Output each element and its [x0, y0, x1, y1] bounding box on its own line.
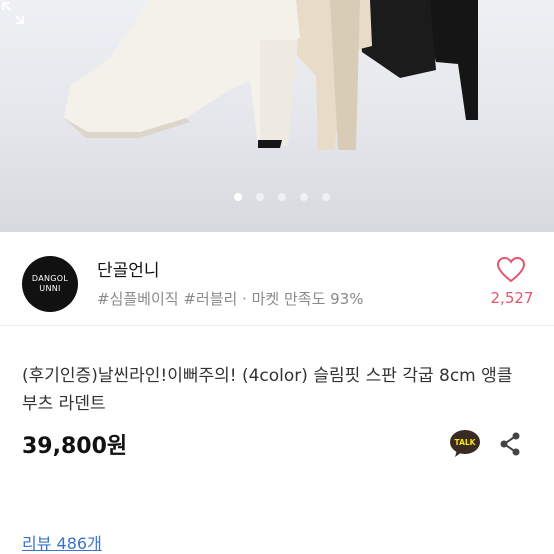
carousel-dot[interactable] — [322, 193, 330, 201]
product-price: 39,800원 — [22, 434, 128, 459]
carousel-dot-active[interactable] — [234, 193, 242, 201]
talk-label: TALK — [455, 438, 477, 447]
review-link[interactable]: 리뷰 486개 — [22, 530, 102, 554]
like-count: 2,527 — [490, 289, 534, 307]
carousel-dot[interactable] — [300, 193, 308, 201]
store-tags: #심플베이직 #러블리 · 마켓 만족도 93% — [97, 290, 364, 308]
carousel-dot[interactable] — [256, 193, 264, 201]
kakao-talk-icon[interactable]: TALK — [449, 429, 481, 459]
store-info-row: DANGOL UNNI 단골언니 #심플베이직 #러블리 · 마켓 만족도 93… — [0, 232, 554, 326]
store-logo-line2: UNNI — [39, 284, 61, 293]
store-logo[interactable]: DANGOL UNNI — [22, 256, 78, 312]
heart-icon[interactable] — [496, 256, 526, 284]
product-title: (후기인증)날씬라인!이뻐주의! (4color) 슬림핏 스판 각굽 8cm … — [22, 366, 513, 414]
store-logo-line1: DANGOL — [31, 274, 69, 283]
product-image-carousel[interactable] — [0, 0, 554, 232]
carousel-dot[interactable] — [278, 193, 286, 201]
expand-icon[interactable] — [0, 0, 26, 26]
share-icon[interactable] — [496, 430, 524, 458]
carousel-indicator — [0, 193, 554, 201]
store-name[interactable]: 단골언니 — [97, 256, 160, 281]
